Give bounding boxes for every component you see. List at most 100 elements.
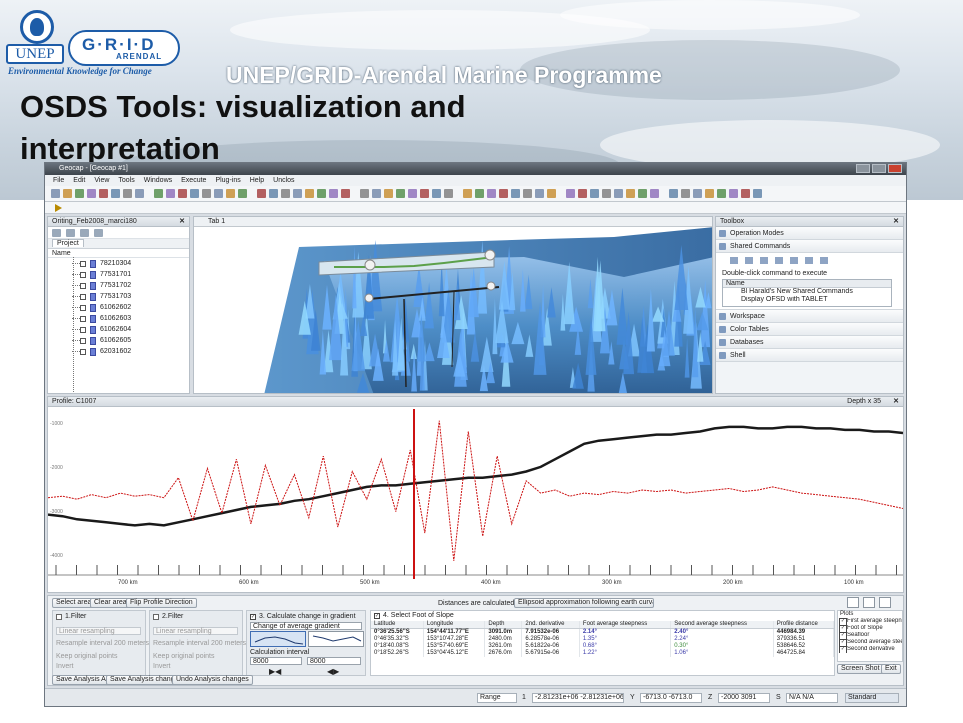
command-icon[interactable] — [730, 257, 738, 264]
menu-edit[interactable]: Edit — [73, 175, 85, 186]
table-header[interactable]: Longitude — [423, 621, 486, 629]
close-icon[interactable]: ✕ — [179, 217, 185, 227]
close-icon[interactable]: ✕ — [893, 217, 899, 227]
toolbar-tool-icon[interactable] — [420, 189, 429, 198]
list-item[interactable]: Display OFSD with TABLET — [723, 296, 891, 304]
toolbar-tool-icon[interactable] — [250, 189, 254, 198]
table-header[interactable]: Depth — [484, 621, 523, 629]
table-header[interactable]: 2nd. derivative — [521, 621, 580, 629]
menu-execute[interactable]: Execute — [181, 175, 206, 186]
toolbar-tool-icon[interactable] — [214, 189, 223, 198]
toolbar-tool-icon[interactable] — [669, 189, 678, 198]
toolbar-tool-icon[interactable] — [523, 189, 532, 198]
settings-icon[interactable] — [863, 597, 875, 608]
toolbar-tool-icon[interactable] — [51, 189, 60, 198]
filter-2-invert[interactable]: Invert — [153, 663, 171, 670]
toolbar-tool-icon[interactable] — [293, 189, 302, 198]
settings-icon[interactable] — [80, 228, 89, 237]
menu-file[interactable]: File — [53, 175, 64, 186]
toolbar-tool-icon[interactable] — [408, 189, 417, 198]
visibility-checkbox[interactable] — [80, 283, 86, 289]
toolbox-color-tables[interactable]: Color Tables — [716, 323, 903, 336]
toolbar-tool-icon[interactable] — [202, 189, 211, 198]
toolbar-tool-icon[interactable] — [63, 189, 72, 198]
table-header[interactable]: Foot average steepness — [579, 621, 672, 629]
table-row[interactable]: 0°46'35.32"S 153°10'47.28"E 2480.0m 6.28578… — [371, 636, 835, 643]
toolbar-tool-icon[interactable] — [360, 189, 369, 198]
toolbar-tool-icon[interactable] — [535, 189, 544, 198]
toolbar-tool-icon[interactable] — [329, 189, 338, 198]
table-header[interactable]: Latitude — [371, 621, 424, 629]
toolbar-tool-icon[interactable] — [681, 189, 690, 198]
toolbar-tool-icon[interactable] — [705, 189, 714, 198]
filter-1-keep-points[interactable]: Keep original points — [56, 653, 118, 660]
command-icon[interactable] — [790, 257, 798, 264]
tree-item[interactable]: 62031602 — [48, 346, 189, 357]
z-range-field[interactable]: -2000 3091 — [718, 693, 770, 703]
toolbox-shell[interactable]: Shell — [716, 349, 903, 362]
toolbar-tool-icon[interactable] — [75, 189, 84, 198]
shared-commands-list[interactable]: Name Bl Harald's New Shared Commands Dis… — [722, 279, 892, 307]
toolbar-tool-icon[interactable] — [305, 189, 314, 198]
screen-shot-button[interactable]: Screen Shot — [837, 664, 884, 674]
toolbar-tool-icon[interactable] — [487, 189, 496, 198]
gradient-option-2[interactable] — [308, 631, 364, 647]
visibility-checkbox[interactable] — [80, 349, 86, 355]
tree-item[interactable]: 77531701 — [48, 269, 189, 280]
plot-toggle[interactable]: First average steepness — [838, 618, 902, 625]
toolbar-tool-icon[interactable] — [638, 189, 647, 198]
toolbox-operation-modes[interactable]: Operation Modes — [716, 227, 903, 240]
chart-view-icon[interactable] — [847, 597, 859, 608]
toolbar-tool-icon[interactable] — [384, 189, 393, 198]
toolbox-databases[interactable]: Databases — [716, 336, 903, 349]
toolbar-tool-icon[interactable] — [226, 189, 235, 198]
toolbar-tool-icon[interactable] — [269, 189, 278, 198]
toolbar-tool-icon[interactable] — [238, 189, 247, 198]
toolbar-tool-icon[interactable] — [547, 189, 556, 198]
menu-tools[interactable]: Tools — [118, 175, 134, 186]
select-area-button[interactable]: Select area — [52, 598, 96, 608]
filter-1-method-select[interactable]: Linear resampling — [56, 627, 141, 635]
visibility-checkbox[interactable] — [80, 272, 86, 278]
tree-item[interactable]: 61062602 — [48, 302, 189, 313]
s-range-field[interactable]: N/A N/A — [786, 693, 838, 703]
minimize-button[interactable] — [856, 164, 870, 173]
toolbar-tool-icon[interactable] — [463, 189, 472, 198]
toolbar-tool-icon[interactable] — [396, 189, 405, 198]
toolbar-tool-icon[interactable] — [190, 189, 199, 198]
table-row[interactable]: 0°36'25.56"S 154°44'11.77"E 3091.0m 7.91532… — [371, 628, 835, 636]
toolbar-tool-icon[interactable] — [511, 189, 520, 198]
close-window-button[interactable] — [888, 164, 902, 173]
menu-plugins[interactable]: Plug-ins — [215, 175, 240, 186]
table-header[interactable]: Profile distance — [773, 621, 835, 629]
toolbar-tool-icon[interactable] — [87, 189, 96, 198]
toolbar-tool-icon[interactable] — [717, 189, 726, 198]
toolbar-tool-icon[interactable] — [432, 189, 441, 198]
toolbar-tool-icon[interactable] — [650, 189, 659, 198]
toolbar-tool-icon[interactable] — [729, 189, 738, 198]
toolbar-tool-icon[interactable] — [741, 189, 750, 198]
toolbar-tool-icon[interactable] — [166, 189, 175, 198]
toolbar-tool-icon[interactable] — [693, 189, 702, 198]
toolbar-tool-icon[interactable] — [559, 189, 563, 198]
plot-toggle[interactable]: Foot of Slope — [838, 625, 902, 632]
clear-area-button[interactable]: Clear area — [90, 598, 131, 608]
toolbar-tool-icon[interactable] — [602, 189, 611, 198]
tree-item[interactable]: 78210304 — [48, 258, 189, 269]
save-icon[interactable] — [66, 228, 75, 237]
flip-profile-direction-button[interactable]: Flip Profile Direction — [126, 598, 197, 608]
gradient-checkbox[interactable]: ✓ — [250, 614, 256, 620]
step-forward-icon[interactable]: ◀▶ — [327, 667, 339, 676]
filter-2-method-select[interactable]: Linear resampling — [153, 627, 238, 635]
plot-toggle[interactable]: Seafloor — [838, 632, 902, 639]
toolbar-tool-icon[interactable] — [147, 189, 151, 198]
folder-icon[interactable] — [52, 228, 61, 237]
3d-terrain-render[interactable] — [194, 217, 713, 394]
toolbar-tool-icon[interactable] — [662, 189, 666, 198]
step-back-icon[interactable]: ▶◀ — [269, 667, 281, 676]
toolbar-tool-icon[interactable] — [317, 189, 326, 198]
toolbar-tool-icon[interactable] — [178, 189, 187, 198]
toolbar-tool-icon[interactable] — [353, 189, 357, 198]
toolbar-tool-icon[interactable] — [154, 189, 163, 198]
filter-1-invert[interactable]: Invert — [56, 663, 74, 670]
